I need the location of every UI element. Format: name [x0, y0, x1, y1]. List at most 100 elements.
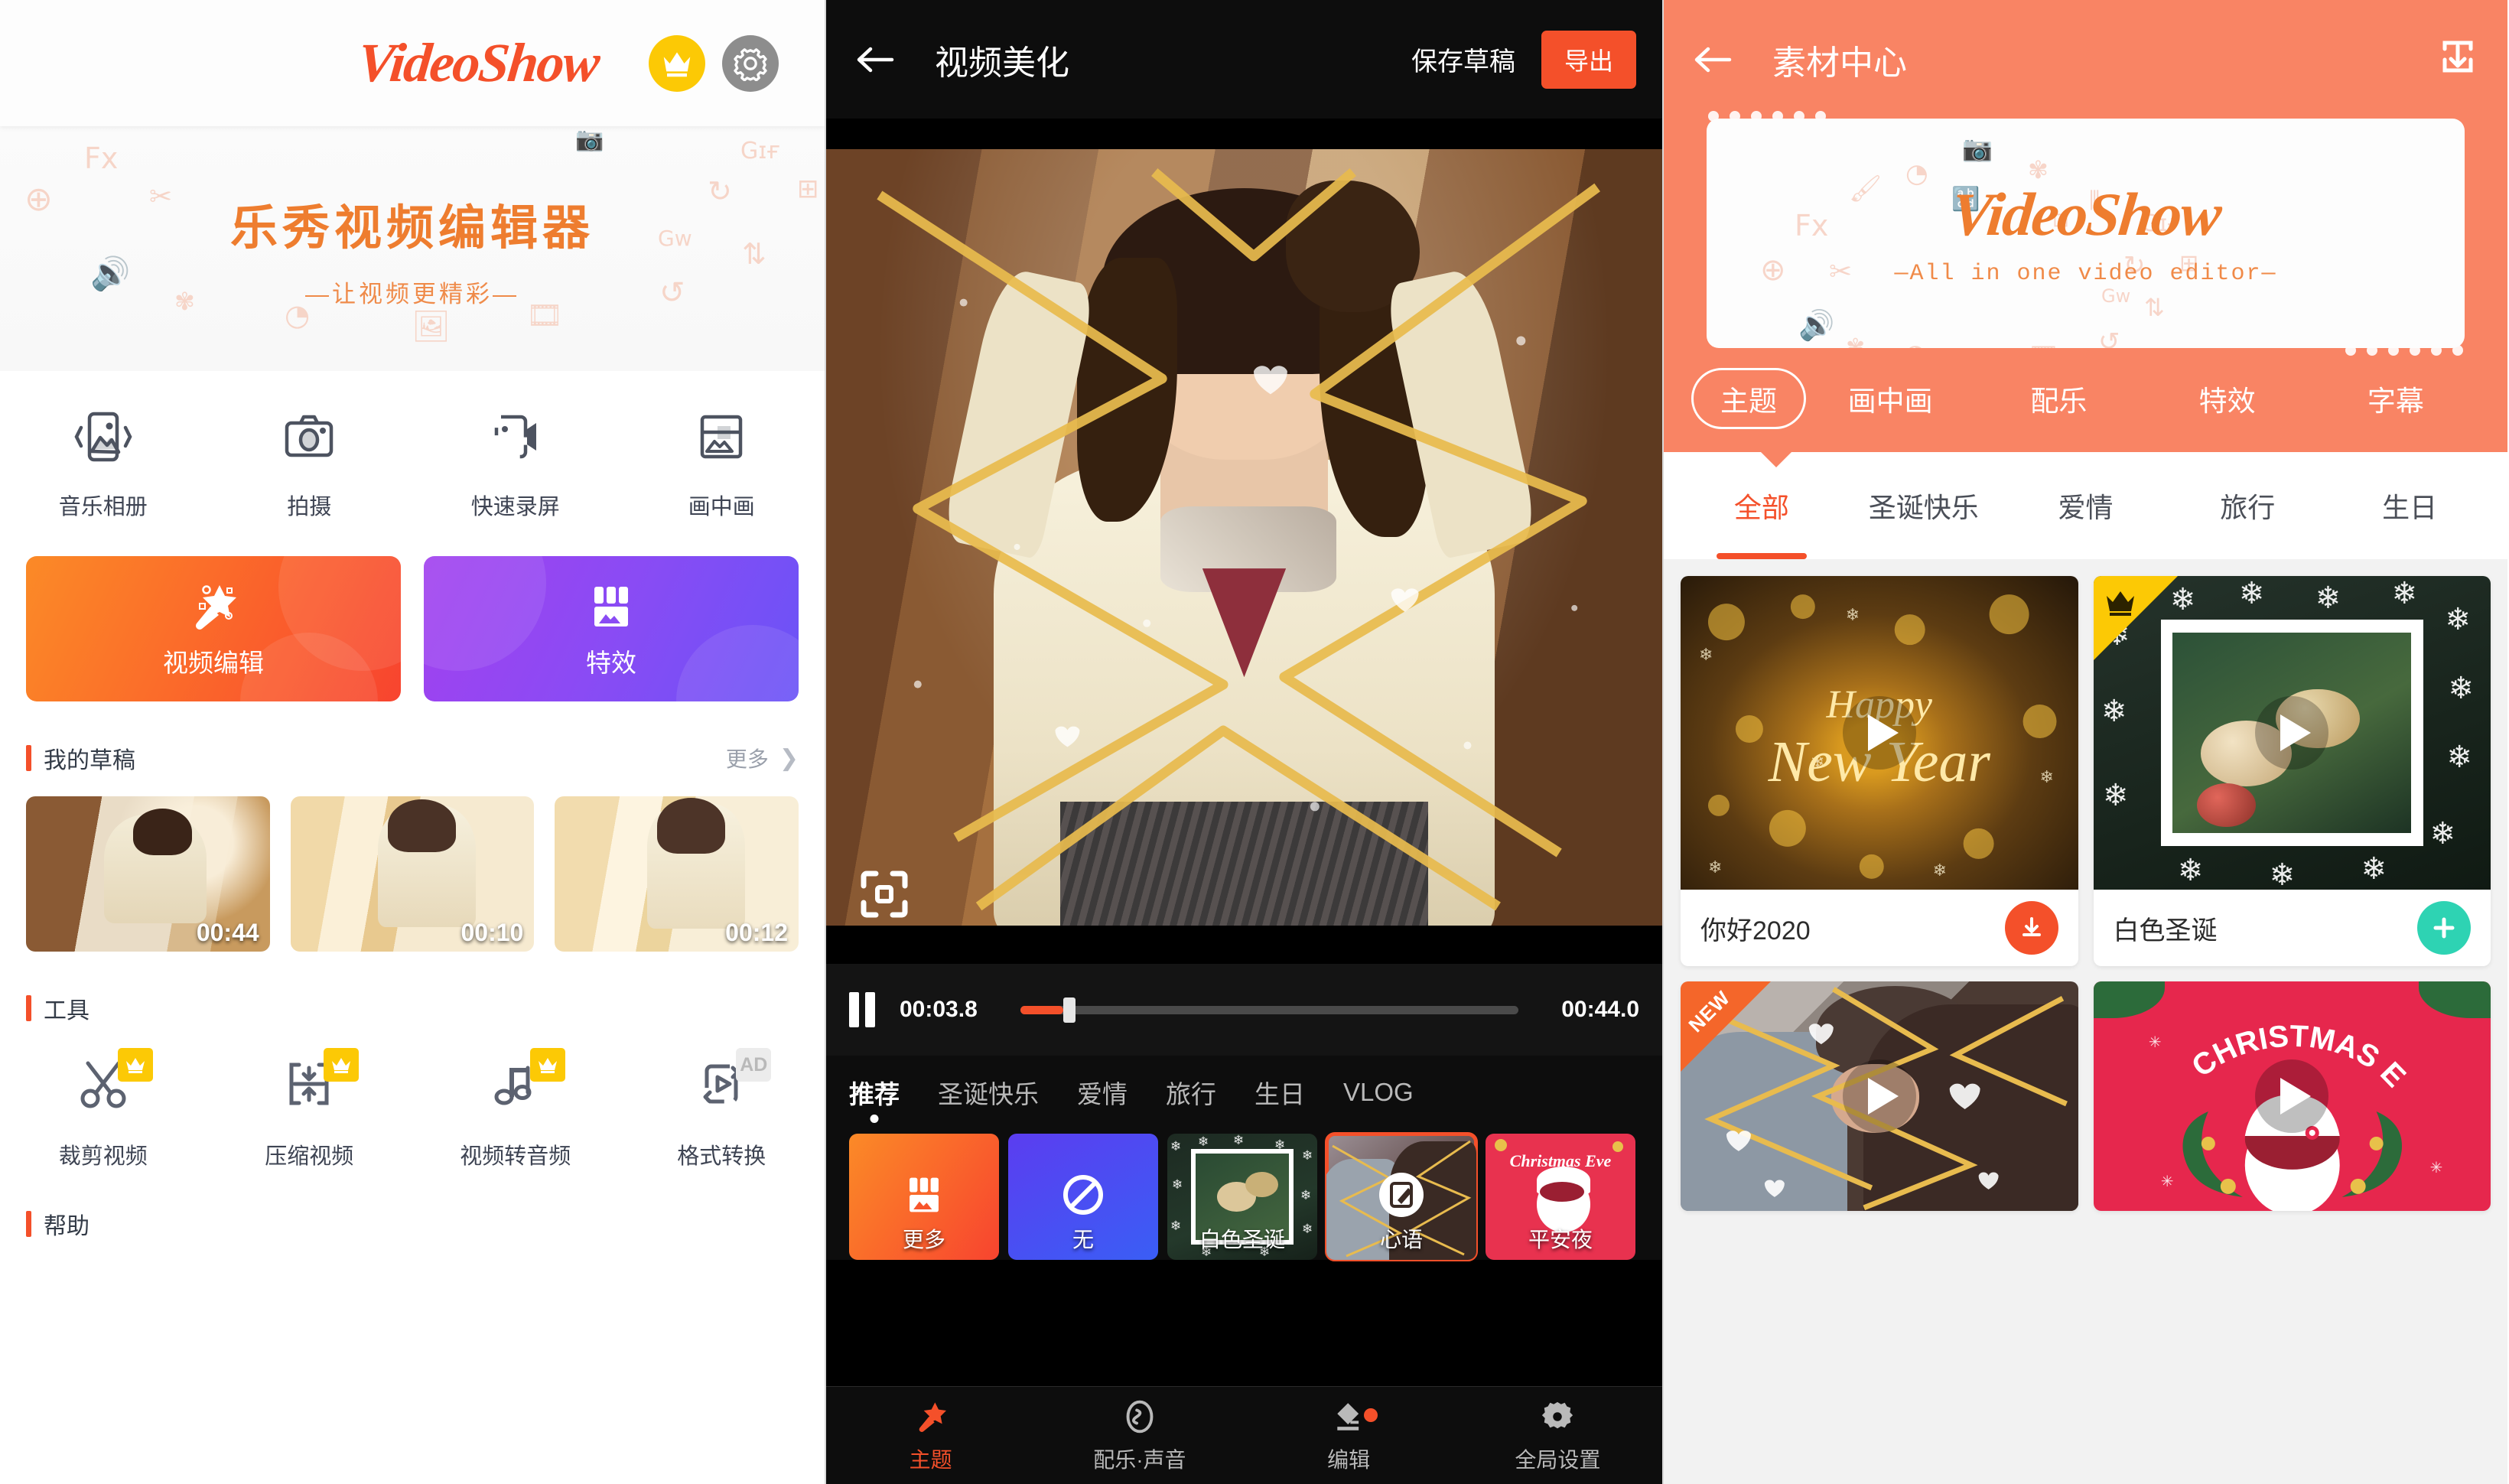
progress-track[interactable]	[1020, 997, 1518, 1023]
nav-audio[interactable]: 配乐·声音	[1035, 1387, 1244, 1484]
material-card[interactable]: NEW	[1681, 981, 2078, 1211]
material-title: 素材中心	[1772, 44, 1907, 82]
drafts-title: 我的草稿	[44, 748, 135, 773]
effects-store-icon	[584, 578, 639, 635]
subtab-travel[interactable]: 旅行	[2166, 452, 2328, 559]
tool-trim-video[interactable]: 裁剪视频	[0, 1048, 207, 1170]
videoshow-logo: VideoShow	[354, 32, 602, 93]
back-arrow-icon[interactable]	[852, 37, 898, 83]
tab-effects[interactable]: 特效	[2143, 378, 2312, 419]
add-button[interactable]	[2417, 901, 2471, 955]
vip-crown-button[interactable]	[649, 34, 705, 92]
effects-button[interactable]: 特效	[424, 556, 799, 701]
equalizer-icon: ⇅	[742, 237, 766, 271]
help-title: 帮助	[44, 1214, 89, 1239]
gw-icon: Gᴡ	[658, 226, 692, 251]
home-header: VideoShow	[0, 0, 825, 126]
play-button[interactable]	[2255, 696, 2329, 770]
scissors-icon: ✂	[149, 181, 173, 213]
theme-heart-words[interactable]: 心语	[1325, 1132, 1478, 1261]
settings-button[interactable]	[722, 34, 779, 92]
theme-white-christmas[interactable]: ❄ ❄ ❄ ❄ ❄ ❄ ❄ ❄ ❄ ❄ ❄ 白色圣诞	[1167, 1134, 1317, 1260]
shortcut-pip[interactable]: 画中画	[619, 406, 825, 521]
subtab-love[interactable]: 爱情	[2005, 452, 2167, 559]
tools-section-header: 工具	[0, 991, 825, 1025]
subtab-christmas[interactable]: 圣诞快乐	[1843, 452, 2005, 559]
scissors-icon: ✂	[1829, 256, 1853, 288]
section-accent-bar	[26, 995, 31, 1021]
nav-theme[interactable]: 主题	[826, 1387, 1035, 1484]
category-tab-travel[interactable]: 旅行	[1166, 1074, 1216, 1111]
category-tab-love[interactable]: 爱情	[1077, 1074, 1128, 1111]
tool-video-to-audio[interactable]: 视频转音频	[412, 1048, 619, 1170]
music-album-icon	[73, 406, 133, 467]
svg-text:✳: ✳	[2429, 1158, 2442, 1176]
theme-none[interactable]: 无	[1008, 1134, 1158, 1260]
tab-pip[interactable]: 画中画	[1806, 378, 1974, 419]
material-card[interactable]: CHRISTMAS EVE	[2093, 981, 2491, 1211]
nav-global-settings[interactable]: 全局设置	[1453, 1387, 1662, 1484]
shortcut-label: 快速录屏	[470, 495, 560, 519]
crop-frame-icon[interactable]	[857, 867, 912, 922]
shortcut-label: 拍摄	[287, 495, 332, 519]
download-box-icon[interactable]	[2434, 34, 2481, 85]
tool-label: 格式转换	[677, 1144, 766, 1169]
svg-text:❄: ❄	[1170, 1139, 1181, 1154]
shortcut-music-album[interactable]: 音乐相册	[0, 406, 207, 521]
crown-icon	[663, 51, 691, 76]
progress-knob[interactable]	[1063, 997, 1076, 1023]
subtab-all[interactable]: 全部	[1681, 452, 1843, 559]
category-tab-vlog[interactable]: VLOG	[1343, 1078, 1414, 1107]
play-button[interactable]	[2255, 1059, 2329, 1133]
tab-theme[interactable]: 主题	[1691, 368, 1806, 429]
theme-label: 更多	[902, 1228, 945, 1251]
image-icon: 🖼	[412, 309, 451, 344]
play-button[interactable]	[1842, 696, 1916, 770]
volume-icon: 🔊	[90, 255, 131, 292]
pause-icon[interactable]	[849, 992, 875, 1027]
svg-text:❄: ❄	[2269, 858, 2294, 890]
banner-tagline: —All in one video editor—	[1894, 260, 2277, 287]
draft-thumbnail[interactable]: 00:10	[290, 796, 535, 952]
tool-label: 裁剪视频	[58, 1144, 148, 1169]
download-button[interactable]	[2004, 901, 2058, 955]
tab-music[interactable]: 配乐	[1974, 378, 2143, 419]
category-tab-birthday[interactable]: 生日	[1254, 1074, 1305, 1111]
material-card[interactable]: ❄ ❄ ❄ ❄ ❄ ❄ Happy New Year 你好2020	[1681, 576, 2078, 966]
shortcut-screen-record[interactable]: 快速录屏	[412, 406, 619, 521]
video-preview[interactable]	[826, 119, 1662, 964]
tab-subtitle[interactable]: 字幕	[2312, 378, 2480, 419]
svg-text:❄: ❄	[1198, 1134, 1209, 1150]
drafts-more-button[interactable]: 更多 ❯	[726, 743, 799, 773]
flower-gear-icon: ✾	[1846, 334, 1866, 348]
banner-title: 乐秀视频编辑器	[229, 201, 594, 255]
theme-label: 白色圣诞	[1199, 1228, 1285, 1251]
tool-compress-video[interactable]: 压缩视频	[207, 1048, 413, 1170]
brush-icon: 🖌	[1849, 174, 1883, 204]
export-button[interactable]: 导出	[1541, 30, 1636, 89]
play-button[interactable]	[1842, 1059, 1916, 1133]
shortcut-camera[interactable]: 拍摄	[207, 406, 413, 521]
editor-title: 视频美化	[935, 44, 1069, 82]
play-triangle-icon	[1867, 1078, 1899, 1115]
gear-icon	[734, 47, 767, 81]
material-card[interactable]: ❄ ❄ ❄ ❄ ❄ ❄ ❄ ❄ ❄ ❄ ❄ ❄ ❄ ❄ 白色圣诞	[2093, 576, 2491, 966]
theme-more[interactable]: 更多	[849, 1134, 999, 1260]
back-arrow-icon[interactable]	[1690, 37, 1736, 83]
video-edit-button[interactable]: 视频编辑	[26, 556, 401, 701]
camera-icon: 📷	[1962, 134, 1993, 163]
svg-text:❄: ❄	[2445, 602, 2470, 637]
progress-fill	[1020, 1005, 1063, 1014]
tool-format-convert[interactable]: AD 格式转换	[619, 1048, 825, 1170]
draft-thumbnail[interactable]: 00:44	[26, 796, 270, 952]
picture-in-picture-icon	[692, 406, 751, 467]
svg-text:❄: ❄	[1172, 1177, 1183, 1193]
draft-thumbnail[interactable]: 00:12	[555, 796, 799, 952]
category-tab-christmas[interactable]: 圣诞快乐	[938, 1074, 1039, 1111]
home-banner: ⊕ Fx ✂ 🔊 ✾ ◔ 🖼 🎞 📷 Gᴡ ↻ Gɪғ ⇅ ↺ ⊞ 乐秀视频编辑…	[0, 126, 825, 371]
save-draft-button[interactable]: 保存草稿	[1411, 41, 1515, 78]
subtab-birthday[interactable]: 生日	[2328, 452, 2491, 559]
category-tab-recommend[interactable]: 推荐	[849, 1074, 900, 1111]
theme-christmas-eve[interactable]: Christmas Eve 平安夜	[1486, 1134, 1635, 1260]
nav-edit[interactable]: 编辑	[1245, 1387, 1453, 1484]
